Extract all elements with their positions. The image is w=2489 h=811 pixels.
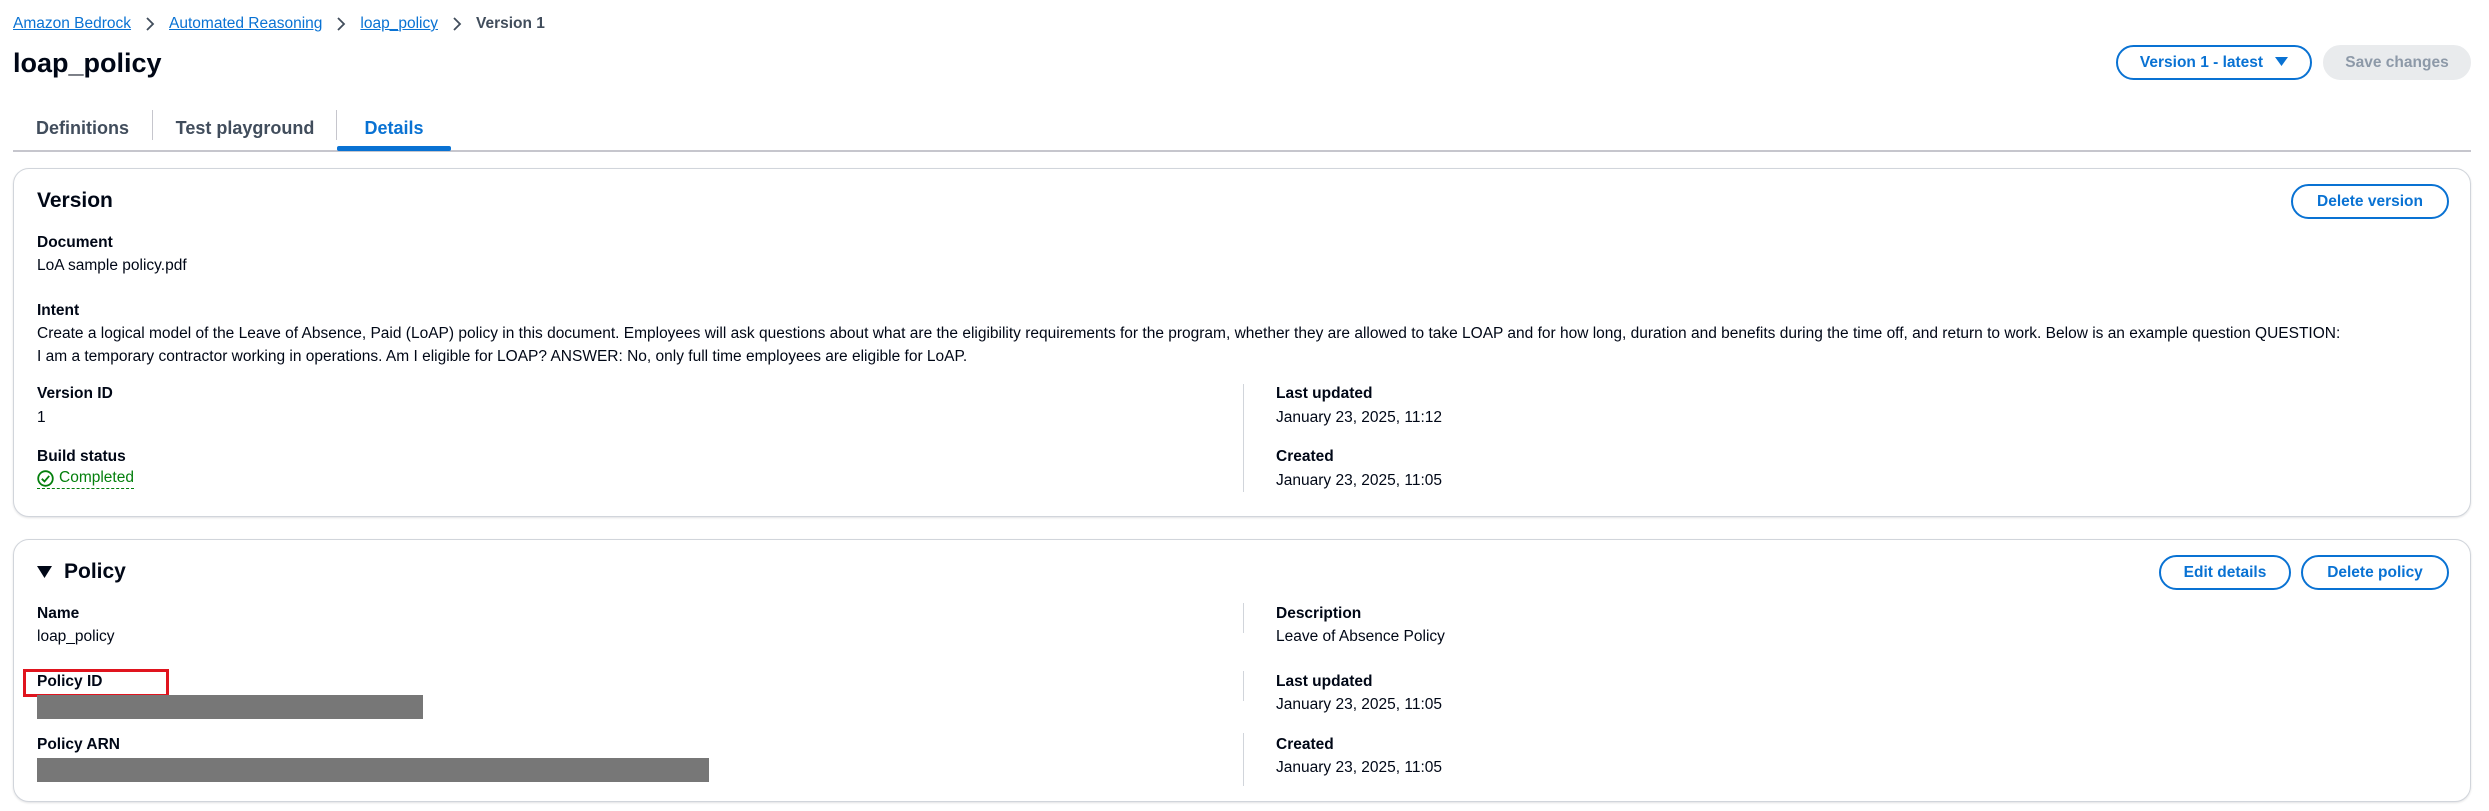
version-container: Version Delete version Document LoA samp… [13, 168, 2471, 517]
intent-value-line-2: I am a temporary contractor working in o… [37, 348, 968, 365]
active-tab-indicator [337, 146, 451, 151]
build-status-badge[interactable]: Completed [37, 469, 134, 489]
policy-name-label: Name [37, 605, 80, 622]
description-value: Leave of Absence Policy [1276, 628, 1445, 645]
breadcrumb-current: Version 1 [475, 15, 545, 32]
check-circle-icon [37, 469, 54, 487]
intent-value-line-1: Create a logical model of the Leave of A… [37, 325, 2341, 342]
breadcrumb-loap-policy[interactable]: loap_policy [360, 15, 438, 33]
policy-id-redacted [37, 695, 423, 719]
tab-details[interactable]: Details [337, 106, 451, 150]
column-divider [1243, 671, 1244, 701]
policy-section-title: Policy [64, 560, 126, 583]
document-value: LoA sample policy.pdf [37, 257, 187, 274]
document-label: Document [37, 234, 113, 251]
version-select[interactable]: Version 1 - latest [2116, 45, 2312, 80]
description-label: Description [1276, 605, 1362, 622]
last-updated-value: January 23, 2025, 11:12 [1276, 409, 1443, 426]
policy-last-updated-value: January 23, 2025, 11:05 [1276, 696, 1443, 713]
build-status-label: Build status [37, 448, 126, 465]
created-label: Created [1276, 448, 1334, 465]
chevron-right-icon [336, 17, 346, 31]
intent-label: Intent [37, 302, 80, 319]
policy-arn-redacted [37, 758, 709, 782]
policy-container: Policy Edit details Delete policy Name l… [13, 539, 2471, 802]
version-id-label: Version ID [37, 385, 113, 402]
breadcrumb-amazon-bedrock[interactable]: Amazon Bedrock [13, 15, 131, 33]
last-updated-label: Last updated [1276, 385, 1373, 402]
column-divider [1243, 733, 1244, 786]
column-divider [1243, 384, 1244, 492]
chevron-right-icon [145, 17, 155, 31]
policy-arn-label: Policy ARN [37, 736, 120, 753]
chevron-right-icon [452, 17, 462, 31]
build-status-value: Completed [59, 469, 134, 486]
page-title: loap_policy [13, 48, 162, 78]
version-id-value: 1 [37, 409, 46, 426]
caret-down-icon [2275, 55, 2289, 70]
policy-created-label: Created [1276, 736, 1334, 753]
policy-name-value: loap_policy [37, 628, 115, 645]
tab-bar: Definitions Test playground Details [13, 106, 2471, 152]
policy-id-label: Policy ID [37, 673, 103, 690]
breadcrumb: Amazon Bedrock Automated Reasoning loap_… [13, 14, 545, 34]
created-value: January 23, 2025, 11:05 [1276, 472, 1443, 489]
tab-test-playground[interactable]: Test playground [153, 106, 337, 150]
delete-policy-button[interactable]: Delete policy [2301, 555, 2449, 590]
collapse-triangle-icon [37, 565, 52, 579]
breadcrumb-automated-reasoning[interactable]: Automated Reasoning [169, 15, 322, 33]
column-divider [1243, 603, 1244, 633]
delete-version-button[interactable]: Delete version [2291, 184, 2449, 219]
policy-created-value: January 23, 2025, 11:05 [1276, 759, 1443, 776]
version-select-label: Version 1 - latest [2139, 53, 2264, 71]
save-changes-button[interactable]: Save changes [2323, 45, 2471, 80]
tab-definitions[interactable]: Definitions [13, 106, 152, 150]
edit-details-button[interactable]: Edit details [2159, 555, 2291, 590]
policy-section-toggle[interactable]: Policy [37, 560, 126, 584]
policy-last-updated-label: Last updated [1276, 673, 1373, 690]
version-section-title: Version [37, 189, 113, 212]
